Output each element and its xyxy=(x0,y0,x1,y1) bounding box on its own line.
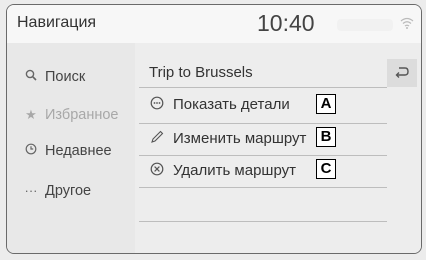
star-icon: ★ xyxy=(25,107,37,122)
clock: 10:40 xyxy=(257,10,315,36)
app-title: Навигация xyxy=(17,14,97,31)
more-icon: ··· xyxy=(24,183,38,198)
delete-icon xyxy=(149,162,165,179)
divider xyxy=(139,155,387,156)
search-icon xyxy=(23,65,39,89)
divider xyxy=(139,123,387,124)
callout-label-a: A xyxy=(316,94,336,114)
details-icon xyxy=(149,96,165,113)
show-details-item[interactable]: Показать детали xyxy=(145,93,381,121)
route-title: Trip to Brussels xyxy=(149,64,253,81)
delete-route-item[interactable]: Удалить маршрут xyxy=(145,159,381,187)
sidebar-item-label: Поиск xyxy=(45,69,86,85)
screen: Навигация 10:40 Поиск ★ Избранное Недавн… xyxy=(0,0,426,260)
sidebar-item-label: Другое xyxy=(45,183,92,199)
sidebar-item-label: Недавнее xyxy=(45,143,112,159)
divider xyxy=(139,187,387,188)
route-menu-panel: Trip to Brussels Показать детали Изменит… xyxy=(135,43,421,254)
divider xyxy=(139,253,387,254)
sidebar-item-favorites[interactable]: ★ Избранное xyxy=(23,103,118,127)
sidebar: Поиск ★ Избранное Недавнее ··· Другое xyxy=(7,43,135,253)
divider xyxy=(139,221,387,222)
callout-label-c: C xyxy=(316,159,336,179)
back-arrow-icon xyxy=(395,65,409,81)
pencil-icon xyxy=(149,130,165,147)
wifi-icon xyxy=(400,17,414,29)
divider xyxy=(139,87,387,88)
sidebar-item-recent[interactable]: Недавнее xyxy=(23,139,112,163)
callout-label-b: B xyxy=(316,127,336,147)
back-button[interactable] xyxy=(387,59,417,87)
menu-item-label: Показать детали xyxy=(173,96,290,113)
edit-route-item[interactable]: Изменить маршрут xyxy=(145,127,381,155)
menu-item-label: Изменить маршрут xyxy=(173,130,307,147)
menu-item-label: Удалить маршрут xyxy=(173,162,297,179)
header-bar: Навигация 10:40 xyxy=(7,5,421,43)
sidebar-item-other[interactable]: ··· Другое xyxy=(23,179,92,203)
navigation-screen: Навигация 10:40 Поиск ★ Избранное Недавн… xyxy=(6,4,422,254)
header-status-fade xyxy=(337,19,393,31)
sidebar-item-label: Избранное xyxy=(45,107,119,123)
sidebar-item-search[interactable]: Поиск xyxy=(23,65,85,89)
clock-icon xyxy=(23,139,39,163)
